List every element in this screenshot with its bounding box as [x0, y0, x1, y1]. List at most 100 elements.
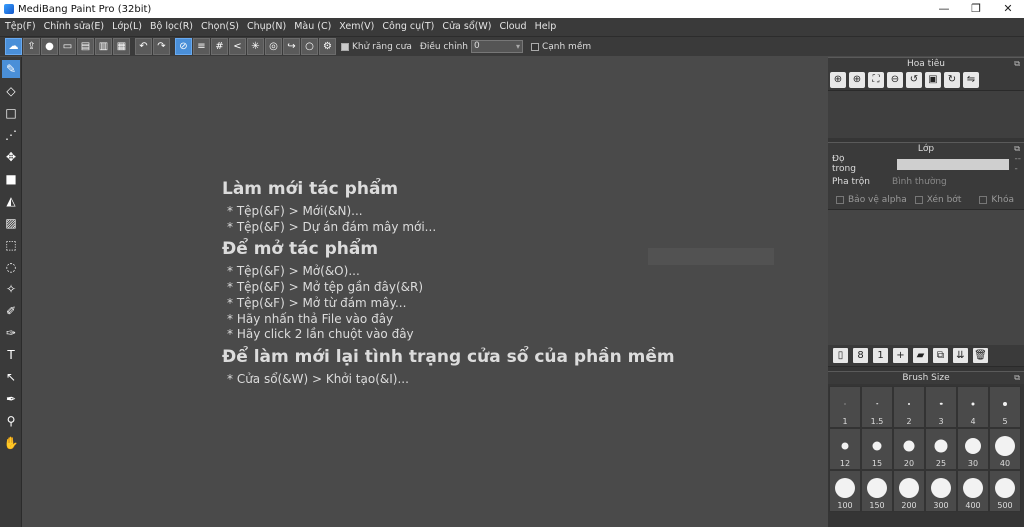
menu-file[interactable]: Tệp(F)	[1, 18, 40, 36]
text-tool-icon[interactable]: T	[2, 346, 20, 364]
menu-filter[interactable]: Bộ lọc(R)	[146, 18, 197, 36]
hand-tool-icon[interactable]: ✋	[2, 434, 20, 452]
grid-snap-icon[interactable]: #	[211, 38, 228, 55]
new-1bit-layer-icon[interactable]: 1	[873, 348, 888, 363]
page-icon[interactable]: ▤	[77, 38, 94, 55]
parallel-snap-icon[interactable]: ≡	[193, 38, 210, 55]
select-tool-icon[interactable]: ⬚	[2, 236, 20, 254]
zoom-in-icon[interactable]: ⊕	[830, 72, 846, 88]
edge-checkbox[interactable]	[530, 42, 539, 51]
eraser-tool-icon[interactable]: ◇	[2, 82, 20, 100]
brush-size-cell[interactable]: 20	[893, 428, 925, 470]
shape-tool-icon[interactable]: □	[2, 104, 20, 122]
brush-size-cell[interactable]: 100	[829, 470, 861, 512]
manage-icon[interactable]: ▦	[113, 38, 130, 55]
blend-dropdown[interactable]: Bình thường	[892, 177, 947, 187]
brush-tool-icon[interactable]: ✎	[2, 60, 20, 78]
snap-off-icon[interactable]: ⊘	[175, 38, 192, 55]
dot-tool-icon[interactable]: ⋰	[2, 126, 20, 144]
add-layer-menu-icon[interactable]: +	[893, 348, 908, 363]
select-pen-tool-icon[interactable]: ✐	[2, 302, 20, 320]
menu-tools[interactable]: Công cụ(T)	[378, 18, 438, 36]
undock-icon[interactable]: ⧉	[1014, 372, 1020, 384]
navigator-preview[interactable]	[828, 90, 1024, 138]
cloud-icon[interactable]: ☁	[5, 38, 22, 55]
close-button[interactable]: ✕	[992, 0, 1024, 18]
rotate-left-icon[interactable]: ↺	[906, 72, 922, 88]
snap-settings-icon[interactable]: ⚙	[319, 38, 336, 55]
menu-help[interactable]: Help	[531, 18, 561, 36]
brush-size-cell[interactable]: 1.5	[861, 386, 893, 428]
brush-size-cell[interactable]: 150	[861, 470, 893, 512]
gradient-tool-icon[interactable]: ▨	[2, 214, 20, 232]
menu-color[interactable]: Màu (C)	[290, 18, 335, 36]
canvas-area[interactable]: Làm mới tác phẩm * Tệp(&F) > Mới(&N)... …	[22, 57, 827, 527]
restore-button[interactable]: ❐	[960, 0, 992, 18]
curve-snap-icon[interactable]: ↪	[283, 38, 300, 55]
new-8bit-layer-icon[interactable]: 8	[853, 348, 868, 363]
undo-icon[interactable]: ↶	[135, 38, 152, 55]
zoom-out-icon[interactable]: ⊖	[887, 72, 903, 88]
brush-size-cell[interactable]: 30	[957, 428, 989, 470]
brush-size-cell[interactable]: 2	[893, 386, 925, 428]
pages-icon[interactable]: ▥	[95, 38, 112, 55]
menu-window[interactable]: Cửa sổ(W)	[438, 18, 495, 36]
magic-wand-tool-icon[interactable]: ✧	[2, 280, 20, 298]
divide-tool-icon[interactable]: ✒	[2, 390, 20, 408]
fill-shape-tool-icon[interactable]: ■	[2, 170, 20, 188]
rotate-right-icon[interactable]: ↻	[944, 72, 960, 88]
operation-tool-icon[interactable]: ↖	[2, 368, 20, 386]
comment-icon[interactable]: ▭	[59, 38, 76, 55]
bucket-tool-icon[interactable]: ◭	[2, 192, 20, 210]
lasso-tool-icon[interactable]: ◌	[2, 258, 20, 276]
radial-snap-icon[interactable]: ✳	[247, 38, 264, 55]
chat-icon[interactable]: ●	[41, 38, 58, 55]
brush-size-cell[interactable]: 5	[989, 386, 1021, 428]
menu-select[interactable]: Chọn(S)	[197, 18, 243, 36]
brush-size-cell[interactable]: 200	[893, 470, 925, 512]
menu-view[interactable]: Xem(V)	[335, 18, 378, 36]
redo-icon[interactable]: ↷	[153, 38, 170, 55]
undock-icon[interactable]: ⧉	[1014, 143, 1020, 155]
menu-edit[interactable]: Chỉnh sửa(E)	[40, 18, 109, 36]
brush-size-cell[interactable]: 15	[861, 428, 893, 470]
merge-layer-icon[interactable]: ⇊	[953, 348, 968, 363]
layer-list[interactable]	[828, 209, 1024, 345]
menu-cloud[interactable]: Cloud	[495, 18, 530, 36]
new-layer-icon[interactable]: ▯	[833, 348, 848, 363]
folder-icon[interactable]: ▰	[913, 348, 928, 363]
brush-size-cell[interactable]: 3	[925, 386, 957, 428]
brush-size-cell[interactable]: 4	[957, 386, 989, 428]
brush-size-cell[interactable]: 40	[989, 428, 1021, 470]
menu-layer[interactable]: Lớp(L)	[108, 18, 146, 36]
lock-alpha-checkbox[interactable]	[836, 196, 844, 204]
duplicate-layer-icon[interactable]: ⧉	[933, 348, 948, 363]
lock-checkbox[interactable]	[979, 196, 988, 204]
brush-size-cell[interactable]: 400	[957, 470, 989, 512]
minimize-button[interactable]: —	[928, 0, 960, 18]
fit-icon[interactable]: ⛶	[868, 72, 884, 88]
adjust-dropdown[interactable]: 0	[470, 40, 523, 53]
opacity-slider[interactable]	[897, 158, 1009, 170]
brush-size-cell[interactable]: 300	[925, 470, 957, 512]
perspective-snap-icon[interactable]: <	[229, 38, 246, 55]
brush-size-cell[interactable]: 1	[829, 386, 861, 428]
brush-size-cell[interactable]: 500	[989, 470, 1021, 512]
ellipse-snap-icon[interactable]: ○	[301, 38, 318, 55]
share-icon[interactable]: ⇪	[23, 38, 40, 55]
menu-capture[interactable]: Chụp(N)	[243, 18, 290, 36]
delete-layer-icon[interactable]: 🗑	[973, 348, 988, 363]
undock-icon[interactable]: ⧉	[1014, 58, 1020, 70]
eyedropper-tool-icon[interactable]: ⚲	[2, 412, 20, 430]
brush-size-cell[interactable]: 12	[829, 428, 861, 470]
adjust-label: Điều chỉnh	[419, 41, 468, 52]
move-tool-icon[interactable]: ✥	[2, 148, 20, 166]
circle-snap-icon[interactable]: ◎	[265, 38, 282, 55]
brush-size-cell[interactable]: 25	[925, 428, 957, 470]
actual-size-icon[interactable]: ▣	[925, 72, 941, 88]
antialias-checkbox[interactable]	[341, 42, 349, 51]
select-eraser-tool-icon[interactable]: ✑	[2, 324, 20, 342]
zoom-in-alt-icon[interactable]: ⊕	[849, 72, 865, 88]
clip-checkbox[interactable]	[914, 196, 923, 204]
flip-icon[interactable]: ⇋	[963, 72, 979, 88]
